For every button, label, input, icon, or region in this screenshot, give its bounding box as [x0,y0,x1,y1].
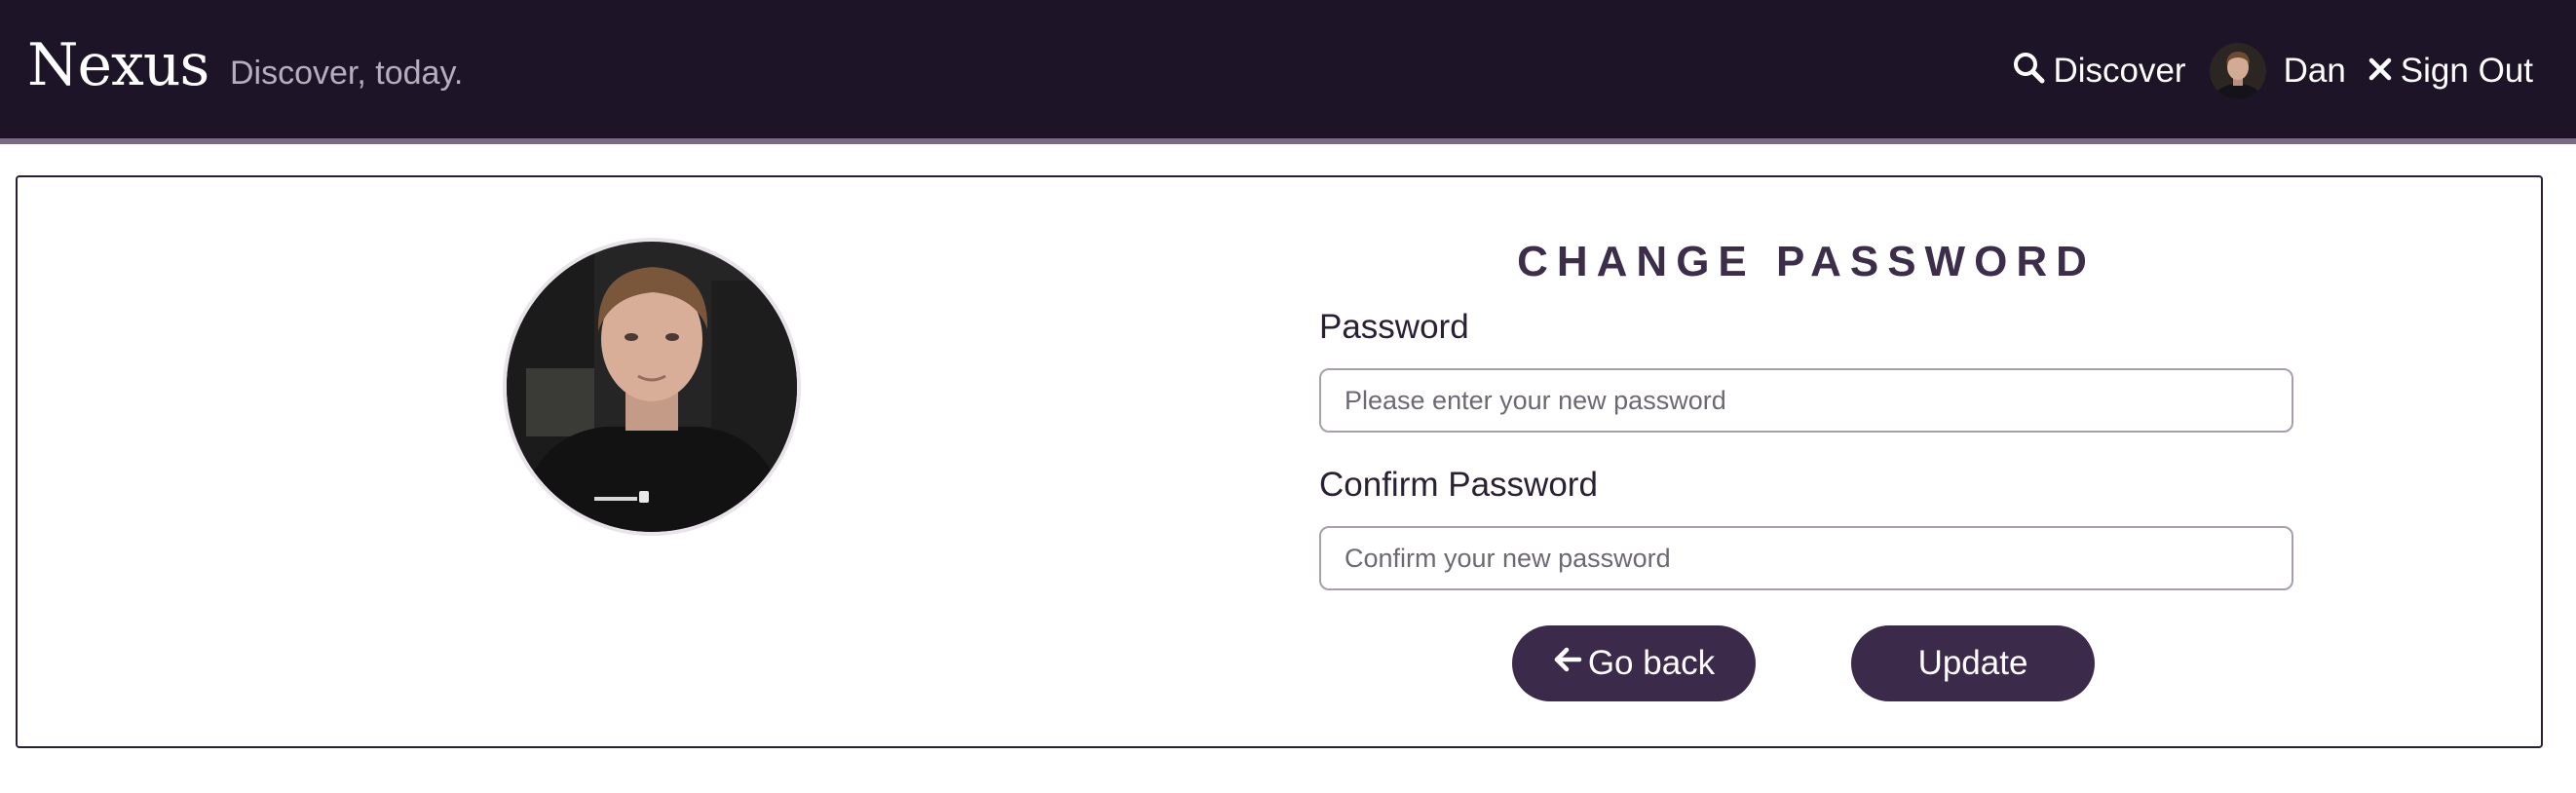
change-password-card: CHANGE PASSWORD Password Confirm Passwor… [16,175,2543,748]
update-button[interactable]: Update [1851,625,2095,701]
confirm-password-input[interactable] [1319,526,2293,590]
user-avatar[interactable] [2209,43,2266,99]
discover-label: Discover [2053,52,2186,90]
top-navbar: Nexus Discover, today. Discover Dan Sign… [0,0,2576,144]
search-icon [2012,51,2045,93]
profile-photo [503,238,801,536]
new-password-input[interactable] [1319,368,2293,433]
go-back-button[interactable]: Go back [1512,625,1756,701]
password-label: Password [1319,308,1469,346]
close-icon [2368,52,2393,91]
update-label: Update [1917,644,2028,682]
brand-tagline: Discover, today. [230,55,464,92]
nav-actions: Discover Dan Sign Out [2012,37,2533,105]
confirm-password-label: Confirm Password [1319,466,1598,504]
go-back-label: Go back [1587,644,1716,682]
sign-out-label: Sign Out [2400,52,2533,90]
user-name-link[interactable]: Dan [2284,52,2346,91]
discover-link[interactable]: Discover [2012,51,2186,93]
page-title: CHANGE PASSWORD [1517,238,2096,285]
brand-logo[interactable]: Nexus [27,31,209,99]
arrow-left-icon [1553,644,1582,683]
sign-out-link[interactable]: Sign Out [2368,52,2533,91]
